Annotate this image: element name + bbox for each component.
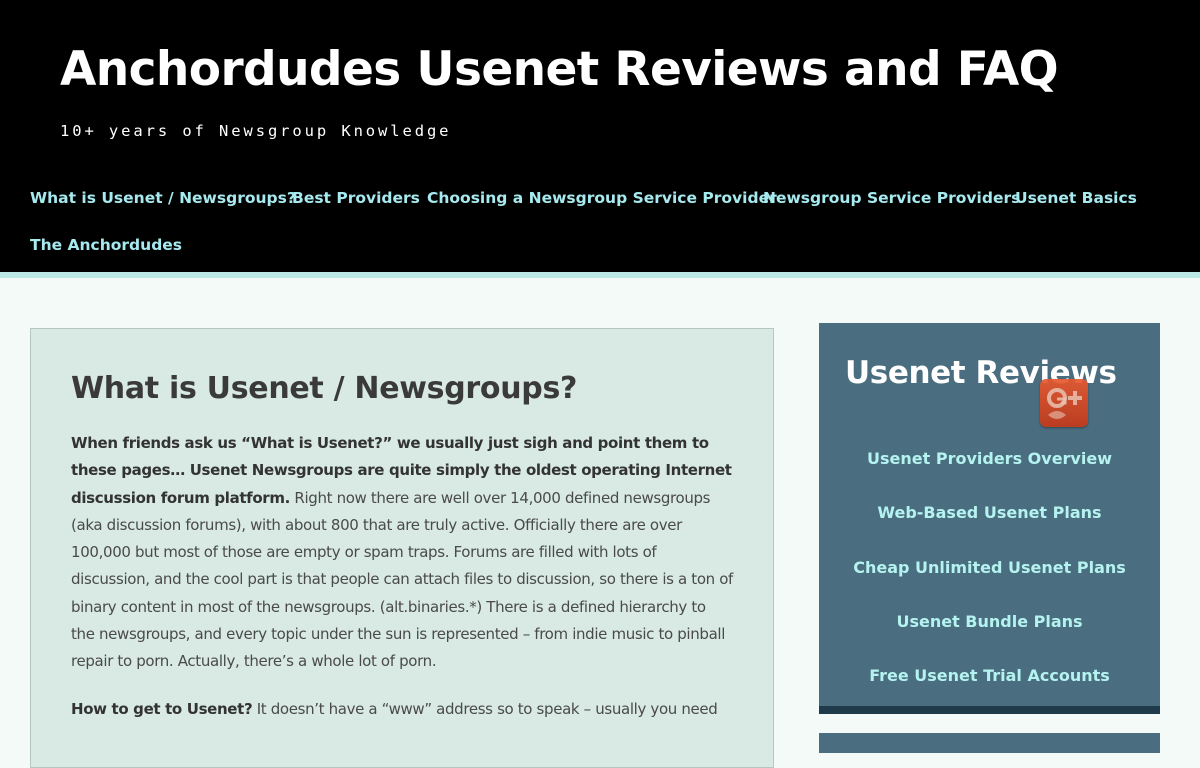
nav-item-choosing-provider: Choosing a Newsgroup Service Provider [427,188,777,207]
widget-link-item: Free Usenet Trial Accounts [819,666,1160,685]
nav-link-usenet-basics[interactable]: Usenet Basics [1015,189,1137,207]
nav-link-best-providers[interactable]: Best Providers [292,189,420,207]
nav-link-service-providers[interactable]: Newsgroup Service Providers [763,189,1020,207]
google-plus-icon[interactable] [1040,379,1088,427]
google-plus-glyph [1047,388,1082,419]
article-paragraph-intro: When friends ask us “What is Usenet?” we… [71,430,733,676]
article: What is Usenet / Newsgroups? When friend… [30,328,774,768]
site-tagline: 10+ years of Newsgroup Knowledge [60,122,452,140]
nav-link-choosing-provider[interactable]: Choosing a Newsgroup Service Provider [427,189,777,207]
article-access-bold: How to get to Usenet? [71,699,253,718]
widget-link-item: Cheap Unlimited Usenet Plans [819,558,1160,577]
nav-link-anchordudes[interactable]: The Anchordudes [30,236,182,254]
widget-link-item: Usenet Providers Overview [819,449,1160,468]
widget-link-item: Usenet Bundle Plans [819,612,1160,631]
article-title: What is Usenet / Newsgroups? [71,371,578,406]
nav-item-what-is-usenet: What is Usenet / Newsgroups? [30,188,296,207]
site-header: Anchordudes Usenet Reviews and FAQ 10+ y… [0,0,1200,272]
nav-link-what-is-usenet[interactable]: What is Usenet / Newsgroups? [30,189,296,207]
widget-link-item: Web-Based Usenet Plans [819,503,1160,522]
sidebar-widget-usenet-reviews: Usenet Reviews Usenet Providers Overview… [819,323,1160,714]
nav-item-anchordudes: The Anchordudes [30,235,182,254]
site-title[interactable]: Anchordudes Usenet Reviews and FAQ [60,44,1059,96]
article-intro-text: Right now there are well over 14,000 def… [71,488,733,671]
widget-link-cheap-unlimited-plans[interactable]: Cheap Unlimited Usenet Plans [853,558,1126,577]
widget-link-free-trial-accounts[interactable]: Free Usenet Trial Accounts [869,666,1110,685]
widget-link-providers-overview[interactable]: Usenet Providers Overview [867,449,1112,468]
header-divider [0,272,1200,278]
widget-link-bundle-plans[interactable]: Usenet Bundle Plans [896,612,1082,631]
article-paragraph-access: How to get to Usenet? It doesn’t have a … [71,696,733,723]
sidebar-widget-next [819,733,1160,753]
nav-item-service-providers: Newsgroup Service Providers [763,188,1020,207]
widget-link-web-based-plans[interactable]: Web-Based Usenet Plans [877,503,1101,522]
article-access-text: It doesn’t have a “www” address so to sp… [252,699,718,718]
nav-item-usenet-basics: Usenet Basics [1015,188,1137,207]
nav-item-best-providers: Best Providers [292,188,420,207]
